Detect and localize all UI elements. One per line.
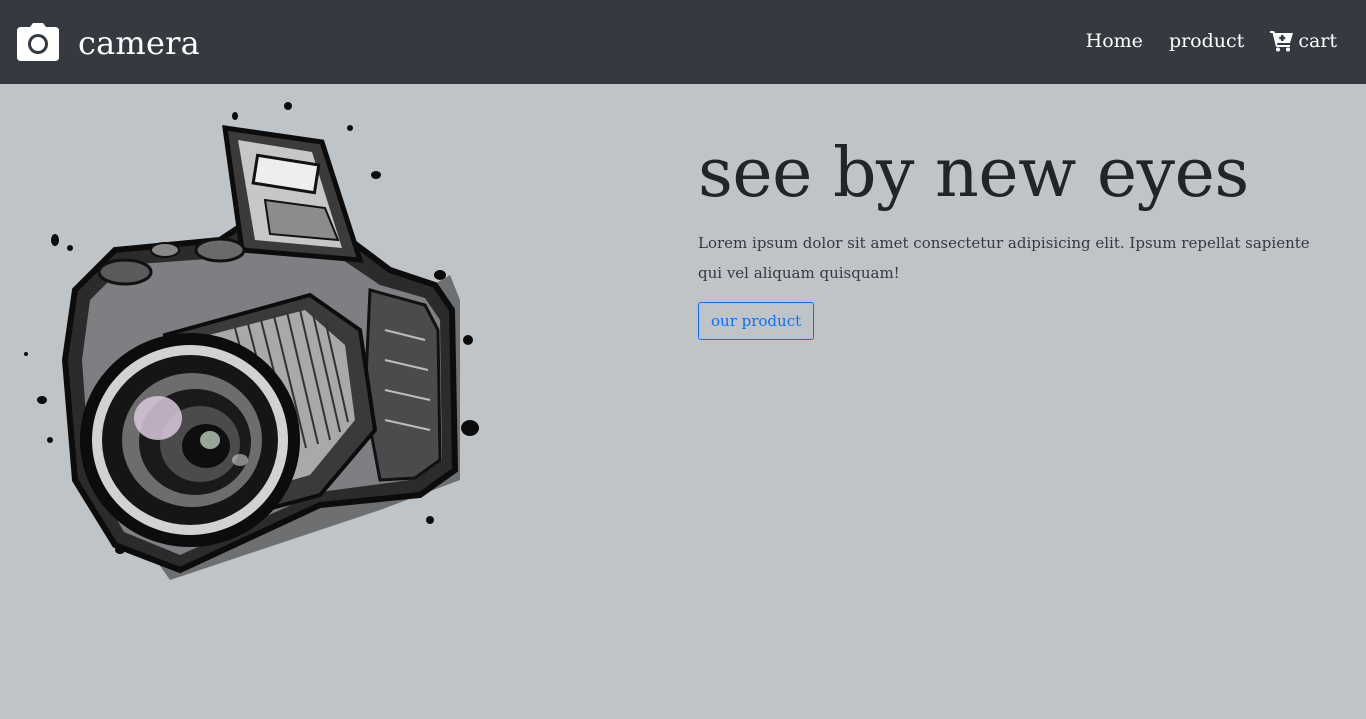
camera-icon <box>17 23 59 61</box>
nav-link-product[interactable]: product <box>1169 28 1244 54</box>
nav-link-home[interactable]: Home <box>1086 28 1143 54</box>
hero-title: see by new eyes <box>698 134 1249 213</box>
hero-section: see by new eyes Lorem ipsum dolor sit am… <box>698 130 1338 340</box>
our-product-button[interactable]: our product <box>698 302 815 340</box>
cart-icon <box>1270 31 1294 52</box>
nav-link-cart-label: cart <box>1298 30 1337 52</box>
navbar: camera Home product cart <box>0 0 1366 84</box>
camera-illustration <box>24 102 479 580</box>
brand-name: camera <box>78 24 200 62</box>
brand-link[interactable]: camera <box>17 20 200 64</box>
nav-link-cart[interactable]: cart <box>1270 28 1337 54</box>
nav-links: Home product cart <box>1086 28 1337 54</box>
hero-description: Lorem ipsum dolor sit amet consectetur a… <box>698 234 1310 282</box>
nav-link-product-label: product <box>1168 30 1245 52</box>
nav-link-home-label: Home <box>1085 30 1143 52</box>
